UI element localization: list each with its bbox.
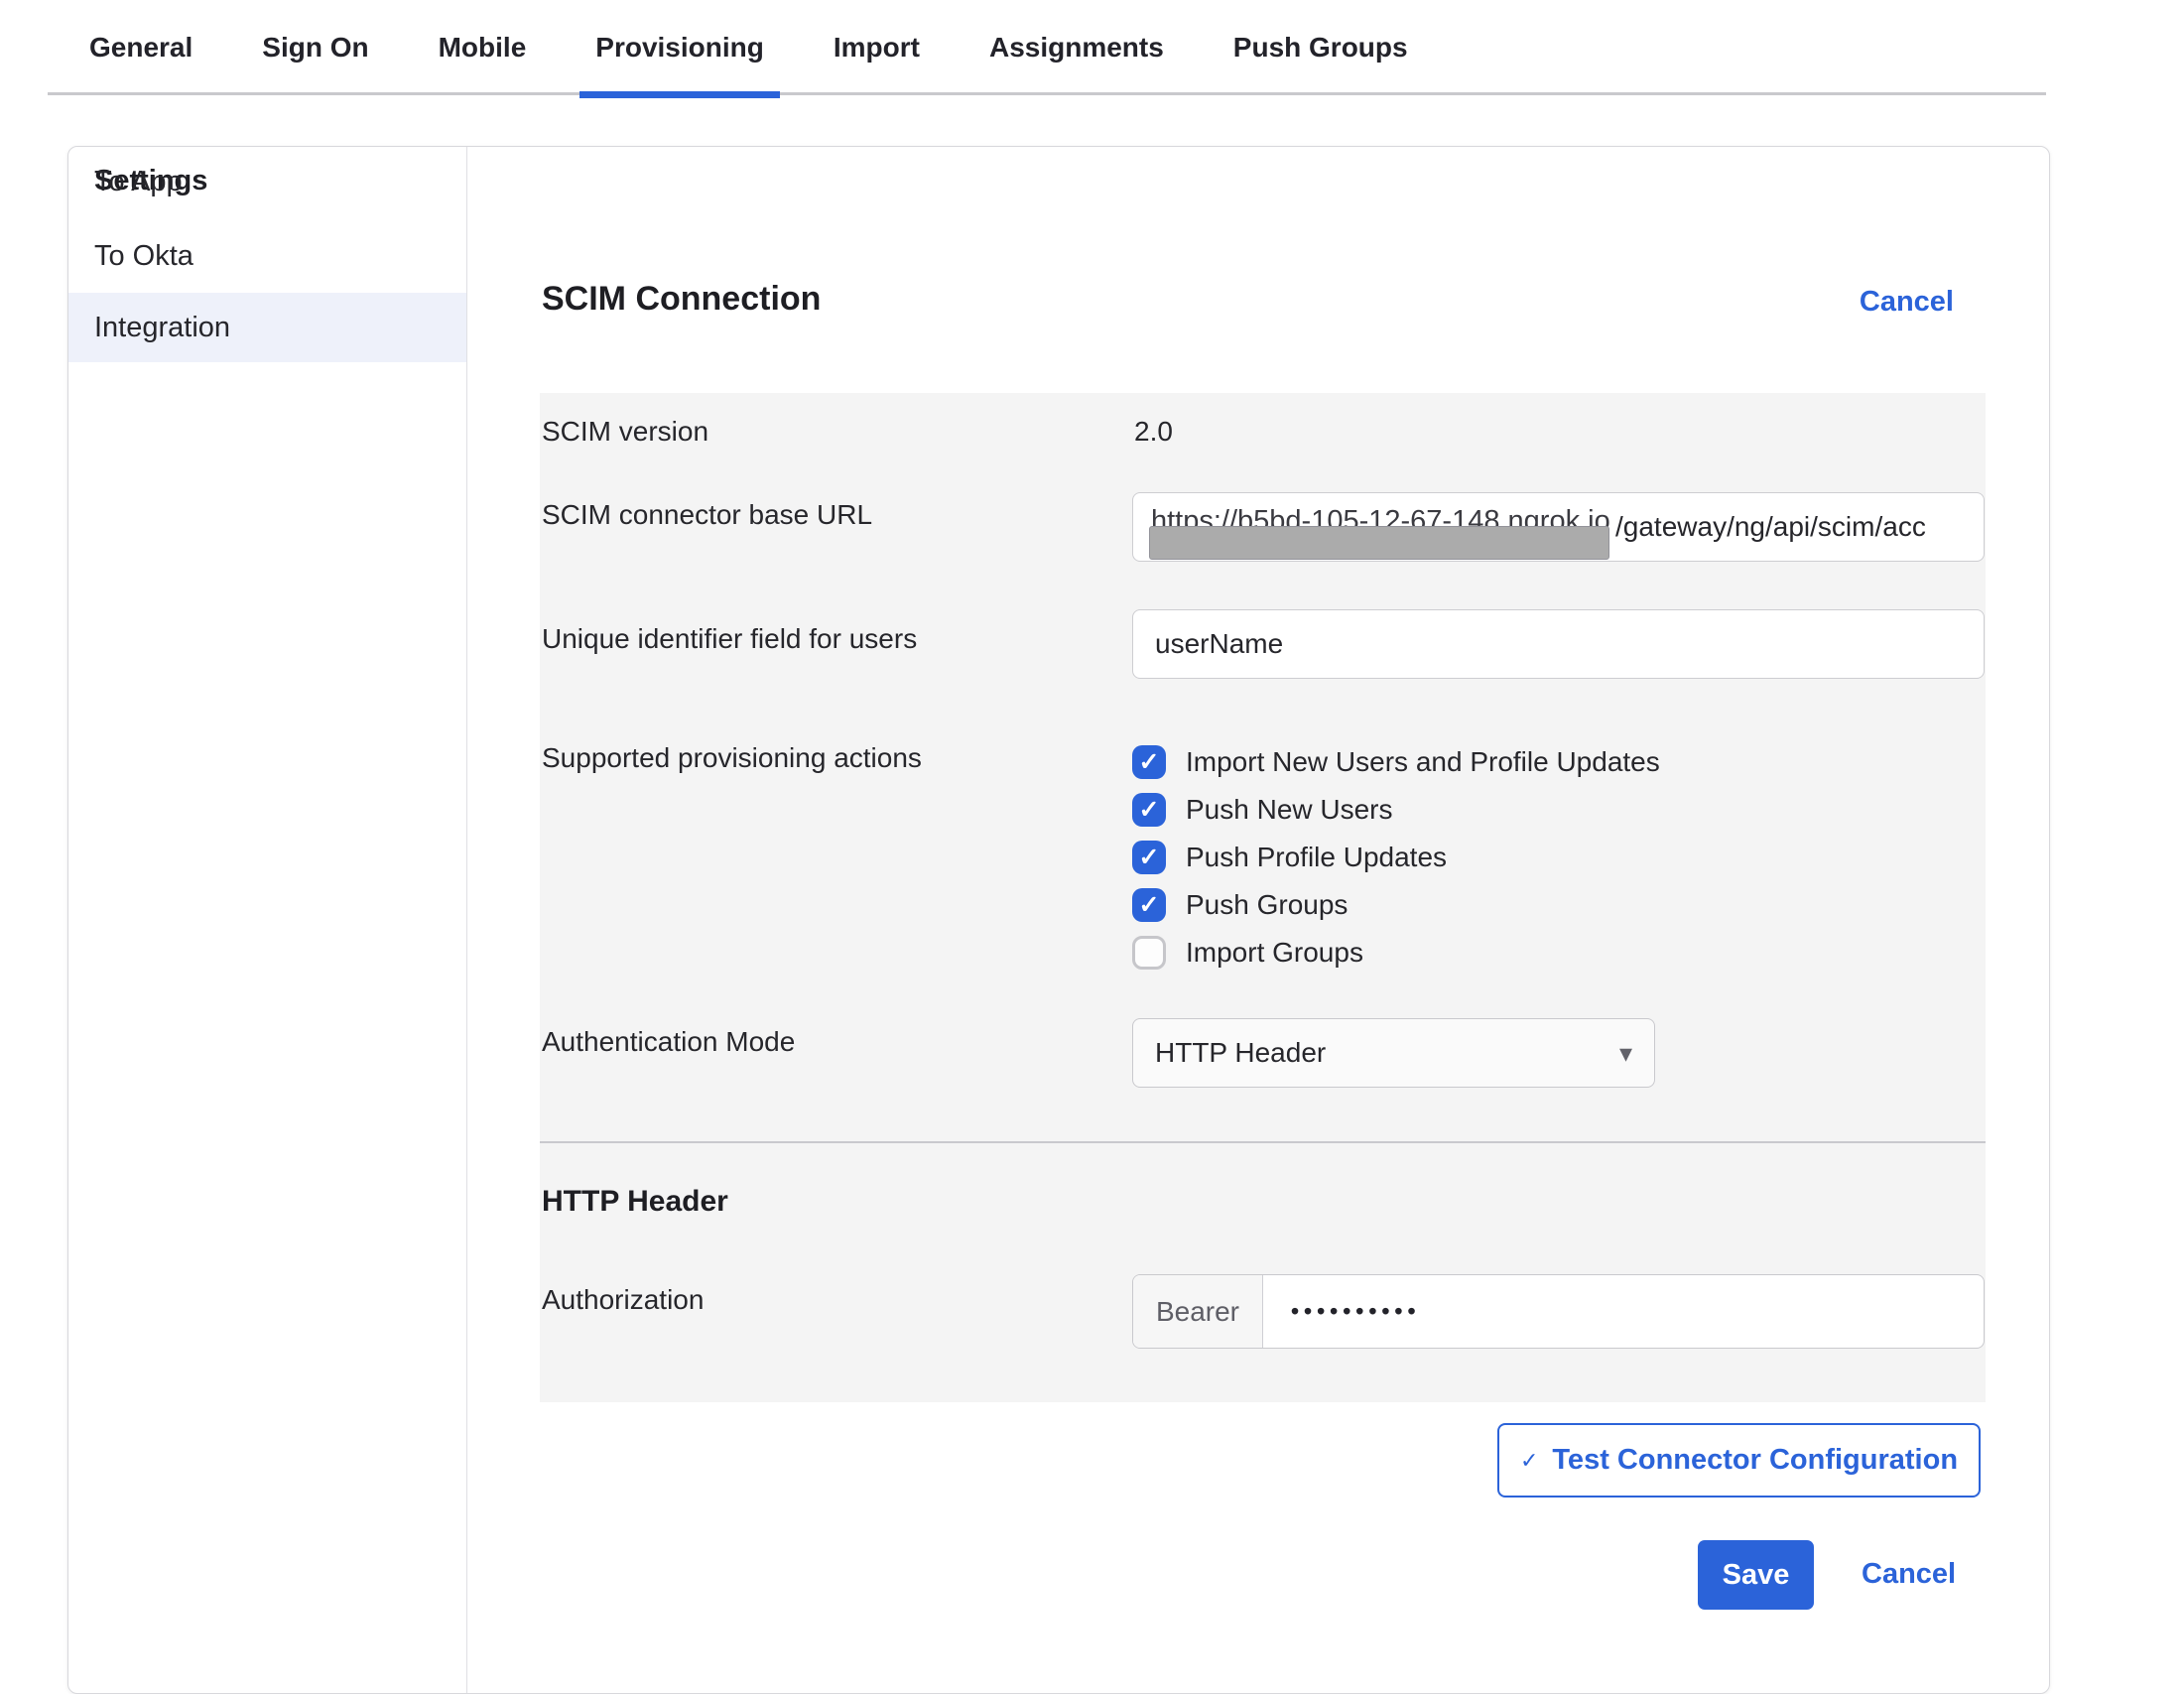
authorization-label: Authorization (542, 1284, 704, 1316)
tab-label: General (89, 32, 193, 63)
app-tab[interactable]: General (73, 0, 208, 95)
tab-label: Sign On (262, 32, 368, 63)
base-url-visible-text: /gateway/ng/api/scim/acc (1615, 511, 1926, 543)
unique-id-input[interactable] (1132, 609, 1985, 679)
sidebar-item[interactable]: To Okta (68, 221, 466, 291)
base-url-label: SCIM connector base URL (542, 499, 872, 531)
cancel-link-bottom[interactable]: Cancel (1862, 1558, 1956, 1591)
app-tab-bar: General Sign On Mobile Provisioning Impo… (48, 0, 2046, 95)
chevron-down-icon: ▾ (1619, 1038, 1632, 1069)
auth-mode-label: Authentication Mode (542, 1026, 795, 1058)
check-icon: ✓ (1139, 795, 1160, 825)
app-tab[interactable]: Assignments (973, 0, 1180, 95)
provisioning-action-option[interactable]: ✓ Import New Users and Profile Updates (1132, 745, 1660, 779)
check-icon: ✓ (1520, 1448, 1538, 1474)
provisioning-card: Settings To App To Okta Integration SCIM… (67, 146, 2050, 1694)
checkbox[interactable]: ✓ (1132, 841, 1166, 874)
option-label: Import New Users and Profile Updates (1186, 746, 1660, 778)
sidebar-item[interactable]: To App (68, 147, 466, 216)
checkbox[interactable]: ✓ (1132, 888, 1166, 922)
settings-sidebar: Settings To App To Okta Integration (68, 147, 467, 1693)
section-divider (540, 1141, 1986, 1143)
tab-label: Mobile (439, 32, 527, 63)
app-tab[interactable]: Import (818, 0, 936, 95)
sidebar-item-label: To App (94, 166, 183, 198)
tab-label: Push Groups (1233, 32, 1408, 63)
bearer-prefix: Bearer (1133, 1275, 1263, 1348)
provisioning-actions-label: Supported provisioning actions (542, 742, 922, 774)
base-url-input[interactable]: https://b5bd-105-12-67-148.ngrok.io /gat… (1132, 492, 1985, 562)
test-connector-button[interactable]: ✓ Test Connector Configuration (1497, 1423, 1981, 1498)
sidebar-item-label: To Okta (94, 240, 193, 273)
scim-version-value: 2.0 (1134, 416, 1173, 448)
scim-version-label: SCIM version (542, 416, 708, 448)
option-label: Push Profile Updates (1186, 842, 1447, 873)
tab-label: Assignments (989, 32, 1164, 63)
app-tab[interactable]: Provisioning (579, 0, 780, 95)
app-tab[interactable]: Push Groups (1218, 0, 1424, 95)
sidebar-item-label: Integration (94, 312, 230, 344)
checkbox[interactable] (1132, 936, 1166, 970)
http-header-heading: HTTP Header (542, 1185, 728, 1219)
sidebar-item[interactable]: Integration (68, 293, 466, 362)
provisioning-action-option[interactable]: ✓ Push New Users (1132, 793, 1660, 827)
option-label: Import Groups (1186, 937, 1363, 969)
tab-label: Provisioning (595, 32, 764, 63)
authorization-input-group: Bearer •••••••••• (1132, 1274, 1985, 1349)
provisioning-action-option[interactable]: ✓ Push Profile Updates (1132, 841, 1660, 874)
scim-settings-panel: SCIM version 2.0 SCIM connector base URL… (540, 393, 1986, 1402)
app-tab[interactable]: Mobile (423, 0, 543, 95)
check-icon: ✓ (1139, 747, 1160, 777)
redaction-bar (1149, 526, 1609, 560)
auth-mode-value: HTTP Header (1155, 1037, 1326, 1069)
tab-label: Import (834, 32, 920, 63)
provisioning-actions-options: ✓ Import New Users and Profile Updates ✓… (1132, 745, 1660, 983)
test-connector-label: Test Connector Configuration (1552, 1444, 1958, 1477)
option-label: Push New Users (1186, 794, 1393, 826)
provisioning-action-option[interactable]: Import Groups (1132, 936, 1660, 970)
save-button[interactable]: Save (1698, 1540, 1814, 1610)
checkbox[interactable]: ✓ (1132, 793, 1166, 827)
provisioning-action-option[interactable]: ✓ Push Groups (1132, 888, 1660, 922)
auth-mode-select[interactable]: HTTP Header ▾ (1132, 1018, 1655, 1088)
option-label: Push Groups (1186, 889, 1348, 921)
check-icon: ✓ (1139, 890, 1160, 920)
checkbox[interactable]: ✓ (1132, 745, 1166, 779)
page-title: SCIM Connection (542, 280, 821, 319)
app-tab[interactable]: Sign On (246, 0, 384, 95)
check-icon: ✓ (1139, 843, 1160, 872)
authorization-token-input[interactable]: •••••••••• (1263, 1275, 1984, 1348)
unique-id-label: Unique identifier field for users (542, 623, 917, 655)
cancel-link-top[interactable]: Cancel (1860, 286, 1954, 319)
